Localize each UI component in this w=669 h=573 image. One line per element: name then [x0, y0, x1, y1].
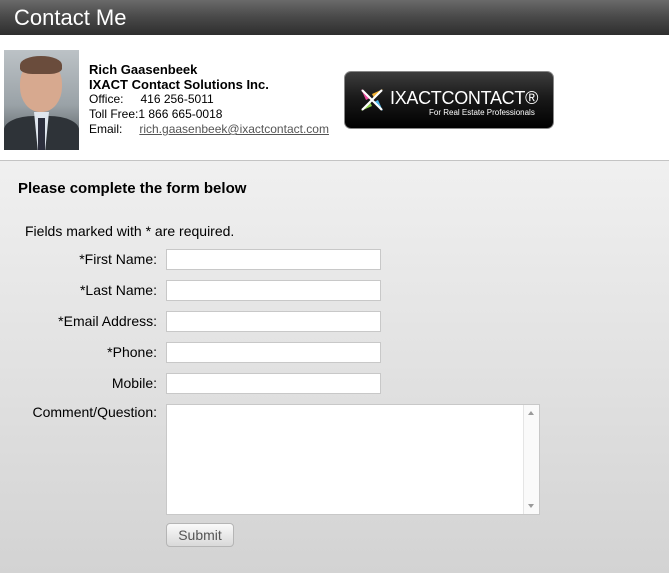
first-name-input[interactable] [166, 249, 381, 270]
page-title: Contact Me [0, 0, 669, 35]
comment-scrollbar[interactable] [523, 405, 539, 514]
profile-photo [4, 50, 79, 150]
scroll-up-icon[interactable] [528, 411, 534, 415]
contact-info: Rich Gaasenbeek IXACT Contact Solutions … [89, 62, 329, 137]
contact-form: Please complete the form below Fields ma… [0, 160, 669, 573]
first-name-label: *First Name: [79, 251, 157, 267]
scroll-down-icon[interactable] [528, 504, 534, 508]
last-name-label: *Last Name: [79, 282, 157, 298]
email-address-label: *Email Address: [58, 313, 157, 329]
mobile-label: Mobile: [111, 375, 157, 391]
office-phone: 416 256-5011 [140, 92, 214, 106]
email-label: Email: [89, 122, 123, 136]
office-label: Office: [89, 92, 124, 106]
email-link[interactable]: rich.gaasenbeek@ixactcontact.com [139, 122, 329, 137]
contact-header: Rich Gaasenbeek IXACT Contact Solutions … [0, 35, 669, 160]
mobile-input[interactable] [166, 373, 381, 394]
contact-name: Rich Gaasenbeek [89, 62, 198, 77]
comment-label: Comment/Question: [32, 404, 158, 420]
tollfree-phone: 1 866 665-0018 [138, 107, 223, 121]
submit-button[interactable]: Submit [166, 523, 234, 547]
email-address-input[interactable] [166, 311, 381, 332]
ixact-logo-icon [361, 89, 383, 111]
phone-label: *Phone: [107, 344, 157, 360]
comment-textarea[interactable] [166, 404, 540, 515]
company-logo: IXACTCONTACT® For Real Estate Profession… [344, 71, 554, 129]
tollfree-label: Toll Free: [89, 107, 139, 121]
required-note: Fields marked with * are required. [25, 223, 235, 239]
phone-input[interactable] [166, 342, 381, 363]
logo-tagline: For Real Estate Professionals [429, 108, 535, 117]
contact-company: IXACT Contact Solutions Inc. [89, 77, 269, 92]
logo-brand-text: IXACTCONTACT® [390, 88, 539, 108]
last-name-input[interactable] [166, 280, 381, 301]
form-heading: Please complete the form below [18, 180, 247, 197]
